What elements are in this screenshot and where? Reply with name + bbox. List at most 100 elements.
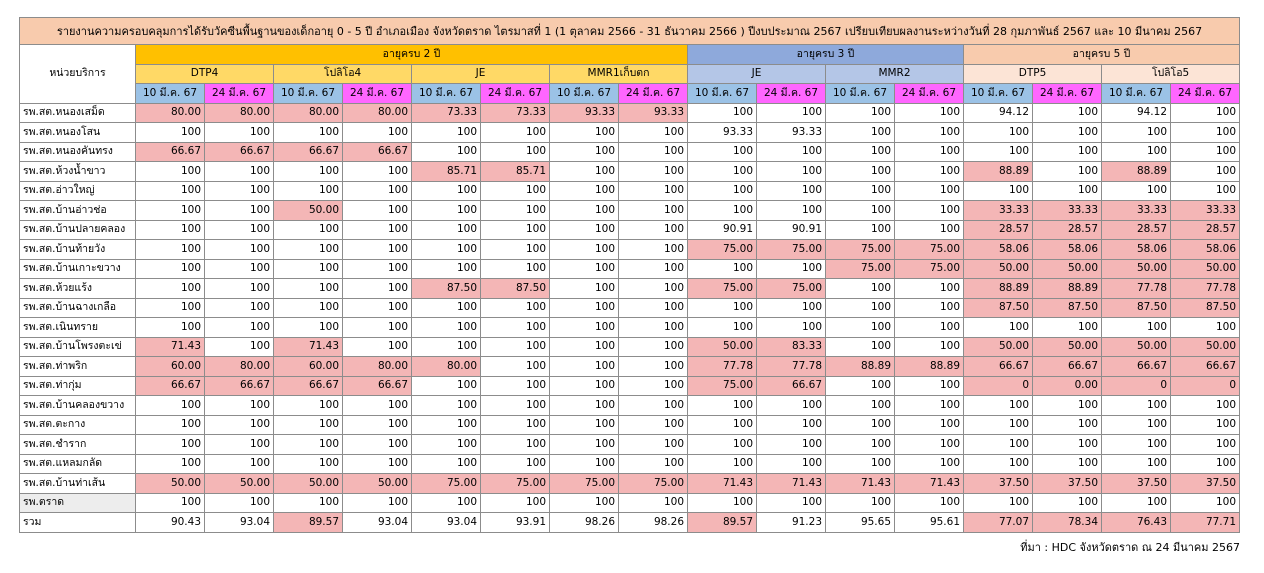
date-header: 10 มี.ค. 67 [1101, 83, 1171, 104]
coverage-value: 77.78 [1101, 278, 1171, 299]
coverage-value: 66.67 [273, 141, 343, 162]
coverage-value: 100 [204, 200, 274, 221]
coverage-value: 100 [618, 122, 688, 143]
coverage-value: 100 [411, 317, 481, 338]
coverage-value: 75.00 [549, 473, 619, 494]
coverage-value: 100 [411, 395, 481, 416]
coverage-value: 100 [480, 122, 550, 143]
coverage-value: 100 [618, 161, 688, 182]
coverage-value: 100 [135, 453, 205, 474]
coverage-value: 85.71 [480, 161, 550, 182]
table-row: รพ.สต.บ้านเกาะขวาง 100 100 100 100 100 100 100 1… [19, 258, 1240, 279]
coverage-value: 37.50 [1101, 473, 1171, 494]
table-row: รพ.สต.หนองเสม็ด 80.00 80.00 80.00 80.00 73.33… [19, 102, 1240, 123]
coverage-value: 75.00 [411, 473, 481, 494]
coverage-value: 66.67 [273, 375, 343, 396]
coverage-value: 100 [204, 492, 274, 513]
coverage-value: 100 [273, 395, 343, 416]
coverage-value: 100 [963, 434, 1033, 455]
coverage-value: 75.00 [618, 473, 688, 494]
coverage-value: 75.00 [825, 258, 895, 279]
date-header: 10 มี.ค. 67 [825, 83, 895, 104]
table-row: รพ.สต.บ้านท่าเส้น 50.00 50.00 50.00 50.00 75.… [19, 473, 1240, 494]
unit-name: รพ.สต.บ้านคลองขวาง [19, 395, 136, 416]
coverage-value: 100 [342, 239, 412, 260]
coverage-value: 80.00 [204, 356, 274, 377]
vaccine-header: JE [687, 63, 826, 84]
table-row: รพ.สต.บ้านปลายคลอง 100 100 100 100 100 100 100 1… [19, 219, 1240, 240]
coverage-value: 100 [411, 434, 481, 455]
date-header: 24 มี.ค. 67 [894, 83, 964, 104]
coverage-value: 71.43 [756, 473, 826, 494]
coverage-value: 89.57 [273, 512, 343, 533]
coverage-value: 78.34 [1032, 512, 1102, 533]
coverage-value: 100 [135, 492, 205, 513]
coverage-value: 87.50 [1170, 297, 1240, 318]
coverage-value: 100 [894, 102, 964, 123]
table-row: รพ.สต.บ้านโพรงตะเข่ 71.43 100 71.43 100 100 10… [19, 336, 1240, 357]
coverage-value: 100 [204, 258, 274, 279]
coverage-value: 50.00 [1170, 336, 1240, 357]
coverage-value: 80.00 [135, 102, 205, 123]
coverage-value: 87.50 [1101, 297, 1171, 318]
coverage-value: 77.78 [687, 356, 757, 377]
coverage-value: 100 [1032, 414, 1102, 435]
coverage-value: 100 [549, 317, 619, 338]
coverage-value: 100 [687, 492, 757, 513]
coverage-value: 100 [204, 336, 274, 357]
coverage-value: 0 [963, 375, 1033, 396]
unit-name: รพ.สต.หนองเสม็ด [19, 102, 136, 123]
coverage-value: 87.50 [1032, 297, 1102, 318]
coverage-value: 100 [894, 395, 964, 416]
coverage-value: 100 [894, 434, 964, 455]
coverage-value: 100 [1170, 395, 1240, 416]
coverage-value: 87.50 [963, 297, 1033, 318]
age-group-header: อายุครบ 3 ปี [687, 44, 964, 65]
vaccine-header: JE [411, 63, 550, 84]
coverage-value: 100 [273, 219, 343, 240]
table-row: รพ.สต.อ่าวใหญ่ 100 100 100 100 100 100 100 100 10… [19, 180, 1240, 201]
coverage-value: 50.00 [204, 473, 274, 494]
coverage-value: 100 [687, 258, 757, 279]
coverage-value: 100 [1101, 492, 1171, 513]
coverage-value: 100 [687, 434, 757, 455]
coverage-value: 100 [204, 219, 274, 240]
coverage-value: 100 [756, 434, 826, 455]
table-row: รพ.สต.แหลมกลัด 100 100 100 100 100 100 100 100 10… [19, 453, 1240, 474]
age-group-header: อายุครบ 2 ปี [135, 44, 688, 65]
coverage-value: 100 [549, 278, 619, 299]
date-header: 24 มี.ค. 67 [1032, 83, 1102, 104]
coverage-value: 50.00 [963, 336, 1033, 357]
coverage-value: 100 [273, 317, 343, 338]
coverage-value: 100 [825, 336, 895, 357]
coverage-value: 91.23 [756, 512, 826, 533]
coverage-value: 77.71 [1170, 512, 1240, 533]
coverage-value: 100 [825, 317, 895, 338]
coverage-value: 100 [825, 141, 895, 162]
coverage-value: 100 [618, 453, 688, 474]
coverage-value: 100 [825, 219, 895, 240]
coverage-value: 100 [342, 200, 412, 221]
coverage-value: 100 [756, 161, 826, 182]
coverage-value: 90.91 [687, 219, 757, 240]
coverage-value: 100 [1101, 453, 1171, 474]
coverage-value: 100 [480, 317, 550, 338]
coverage-value: 100 [756, 258, 826, 279]
coverage-value: 100 [1170, 141, 1240, 162]
coverage-value: 100 [549, 336, 619, 357]
coverage-value: 71.43 [825, 473, 895, 494]
coverage-value: 100 [549, 492, 619, 513]
coverage-value: 100 [135, 122, 205, 143]
coverage-value: 75.00 [825, 239, 895, 260]
coverage-value: 100 [342, 395, 412, 416]
coverage-value: 100 [825, 297, 895, 318]
coverage-value: 100 [825, 102, 895, 123]
coverage-value: 100 [273, 297, 343, 318]
coverage-value: 100 [1170, 317, 1240, 338]
coverage-value: 100 [1170, 414, 1240, 435]
coverage-value: 100 [273, 161, 343, 182]
coverage-value: 100 [1032, 122, 1102, 143]
coverage-value: 95.65 [825, 512, 895, 533]
coverage-value: 100 [135, 278, 205, 299]
coverage-value: 100 [756, 102, 826, 123]
